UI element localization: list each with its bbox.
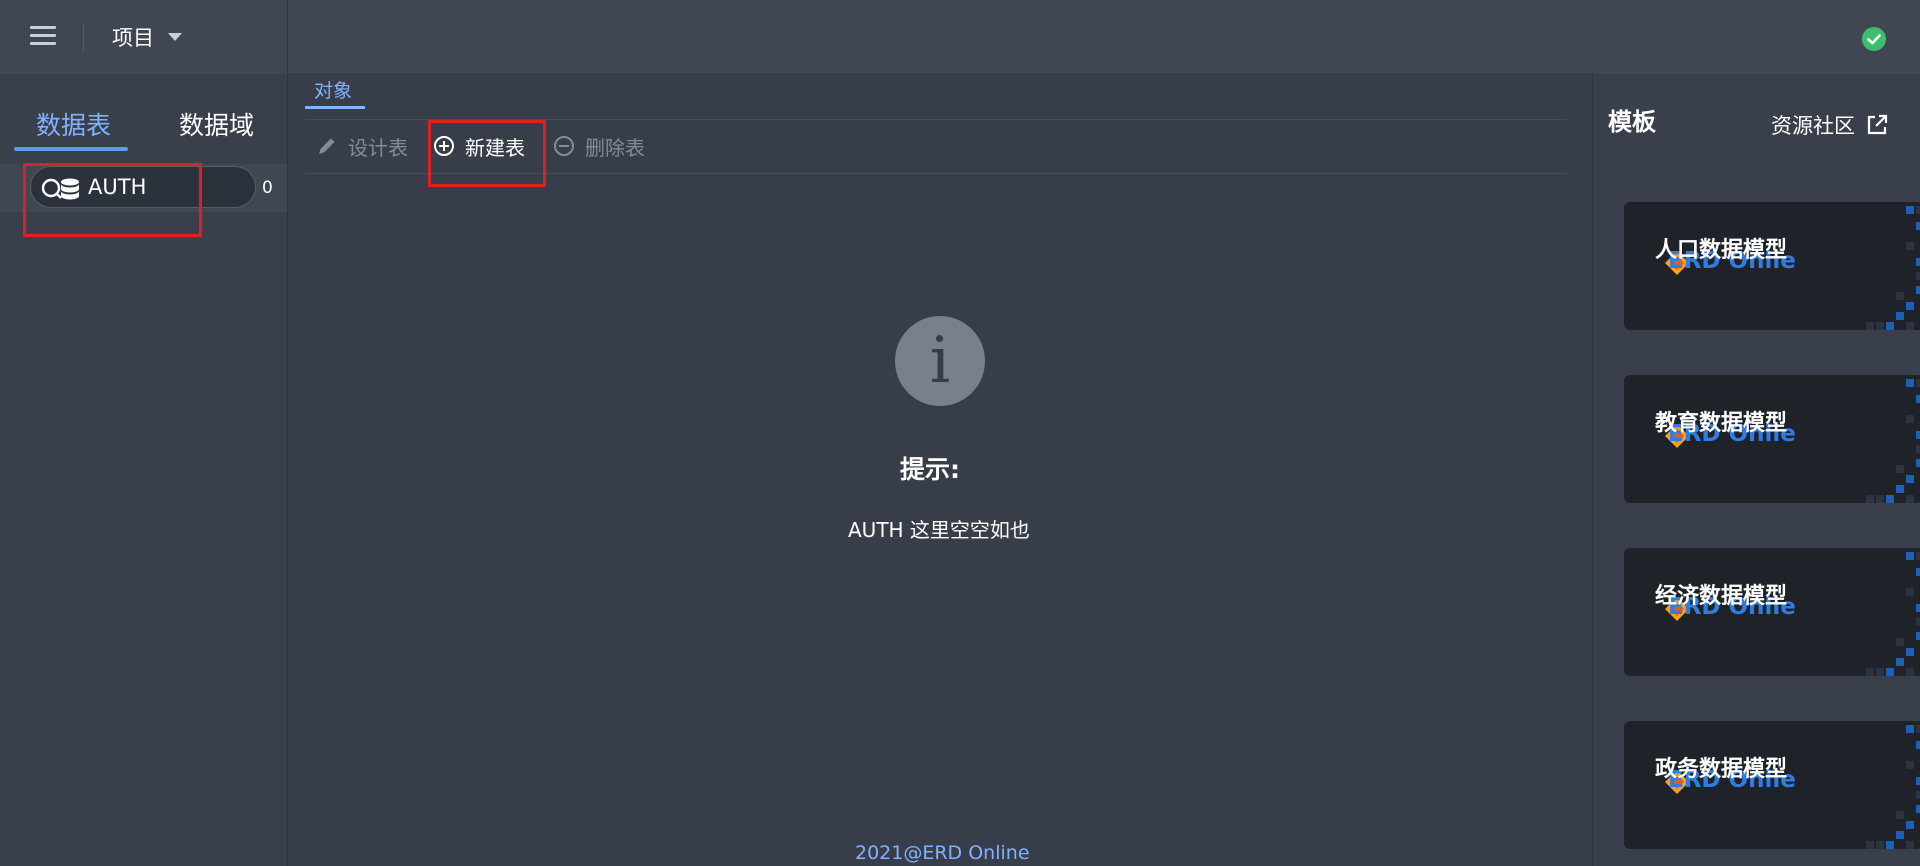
divider xyxy=(305,173,1567,174)
tab-objects[interactable]: 对象 xyxy=(314,76,352,103)
external-link-icon xyxy=(1867,114,1888,135)
database-search-icon xyxy=(41,178,79,200)
delete-table-button[interactable]: 删除表 xyxy=(553,131,645,161)
database-name: AUTH xyxy=(88,175,147,199)
divider xyxy=(83,24,84,52)
delete-table-label: 删除表 xyxy=(585,135,645,160)
check-circle-icon xyxy=(1862,27,1886,51)
resource-community-label: 资源社区 xyxy=(1771,114,1855,138)
template-card[interactable]: 人口数据模型 ERD Onlie xyxy=(1624,202,1920,330)
project-dropdown[interactable]: 项目 xyxy=(112,22,182,52)
new-table-label: 新建表 xyxy=(465,135,525,160)
pixel-pattern-decoration xyxy=(1866,552,1920,676)
new-table-button[interactable]: 新建表 xyxy=(433,131,525,161)
templates-title: 模板 xyxy=(1608,108,1656,136)
top-bar: 项目 xyxy=(0,0,1920,75)
empty-message: AUTH 这里空空如也 xyxy=(848,518,1030,542)
template-card[interactable]: 经济数据模型 ERD Onlie xyxy=(1624,548,1920,676)
caret-down-icon xyxy=(168,33,182,41)
active-tab-indicator xyxy=(305,106,365,109)
template-card[interactable]: 教育数据模型 ERD Onlie xyxy=(1624,375,1920,503)
database-count: 0 xyxy=(262,178,273,198)
design-table-button[interactable]: 设计表 xyxy=(316,131,408,161)
menu-icon[interactable] xyxy=(30,26,56,48)
resource-community-link[interactable]: 资源社区 xyxy=(1771,110,1889,140)
template-card-title: 人口数据模型 xyxy=(1655,238,1788,263)
info-icon: i xyxy=(895,316,985,406)
design-table-label: 设计表 xyxy=(348,135,408,160)
pixel-pattern-decoration xyxy=(1866,206,1920,330)
footer-text: 2021@ERD Online xyxy=(855,842,1030,864)
tab-domains[interactable]: 数据域 xyxy=(179,106,254,142)
minus-circle-icon xyxy=(554,136,574,156)
project-label: 项目 xyxy=(112,26,154,50)
tab-tables[interactable]: 数据表 xyxy=(36,106,111,142)
pixel-pattern-decoration xyxy=(1866,725,1920,849)
sidebar: 数据表 数据域 AUTH 0 xyxy=(0,74,288,866)
plus-circle-icon xyxy=(434,136,454,156)
divider xyxy=(305,119,1567,120)
divider xyxy=(287,0,288,74)
active-tab-indicator xyxy=(14,147,128,151)
empty-title: 提示: xyxy=(900,455,960,484)
template-card[interactable]: 政务数据模型 ERD Onlie xyxy=(1624,721,1920,849)
template-card-title: 政务数据模型 xyxy=(1655,757,1788,782)
pencil-icon xyxy=(319,138,335,154)
template-card-title: 经济数据模型 xyxy=(1655,584,1788,609)
pixel-pattern-decoration xyxy=(1866,379,1920,503)
template-card-title: 教育数据模型 xyxy=(1655,411,1788,436)
